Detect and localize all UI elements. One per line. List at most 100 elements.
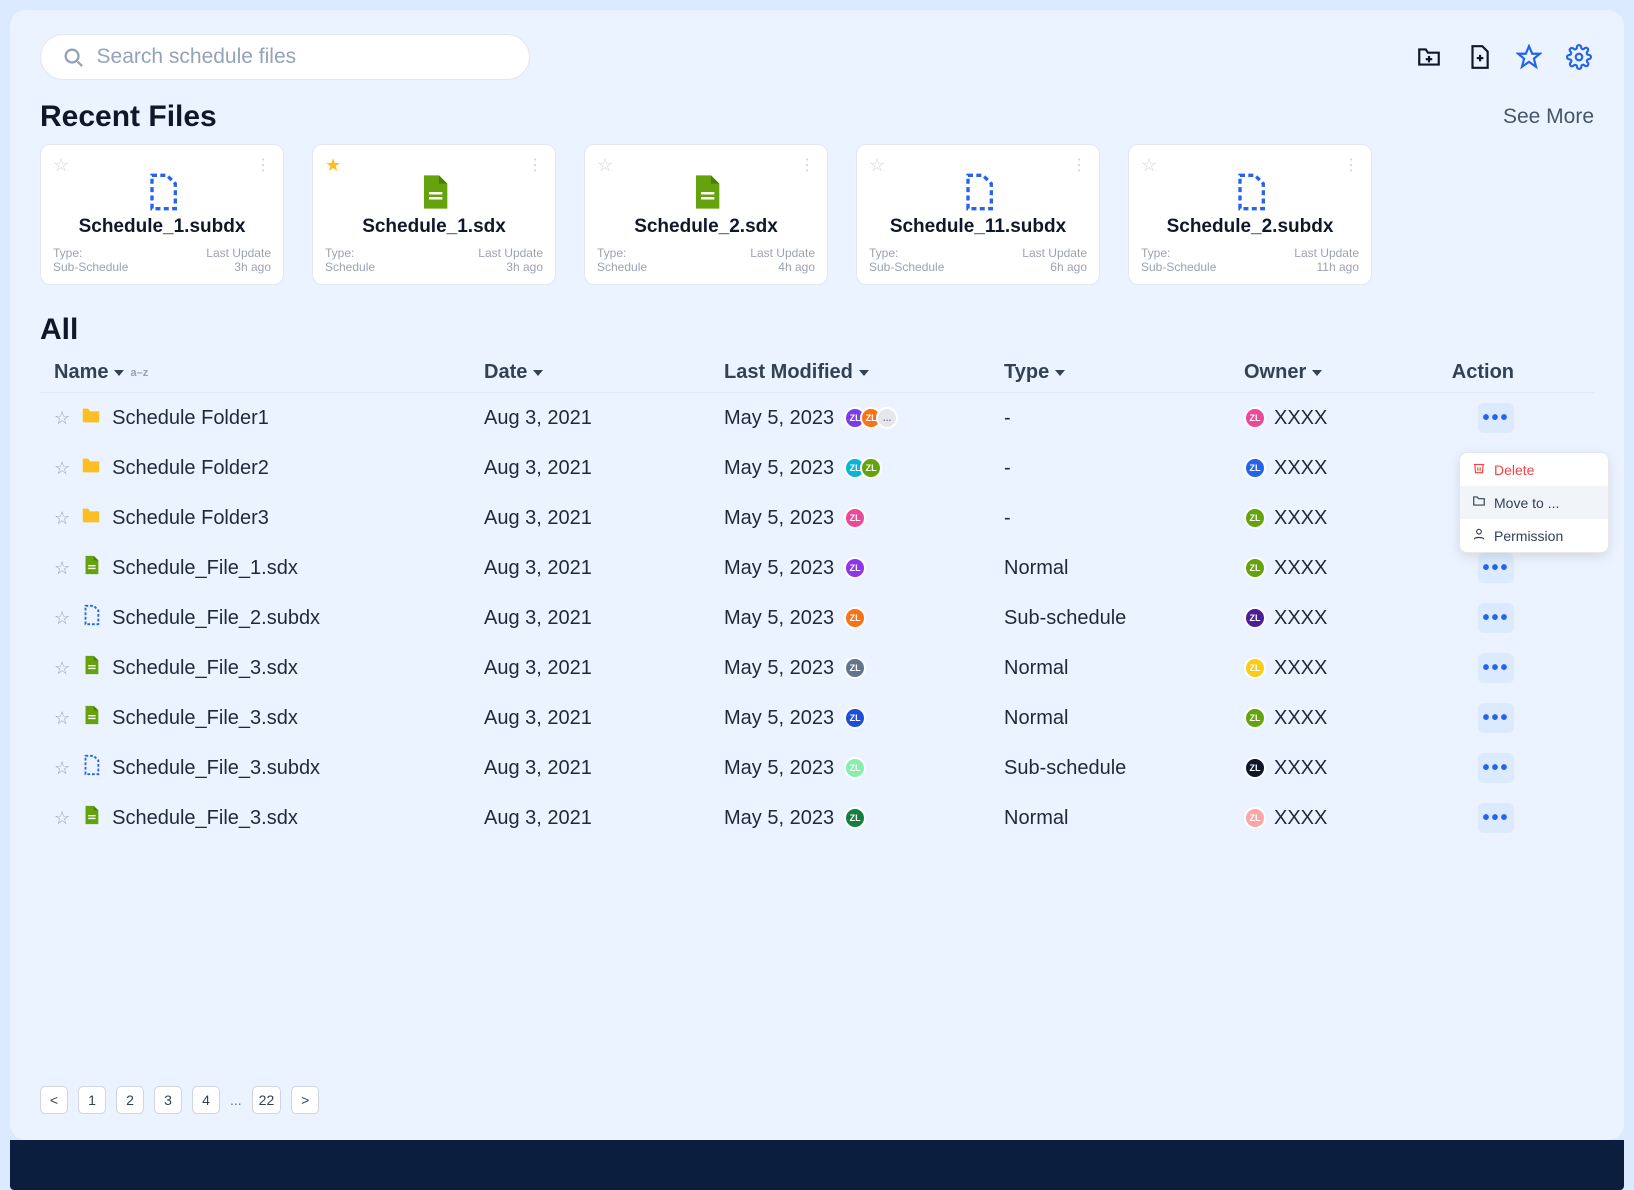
col-owner-label: Owner bbox=[1244, 361, 1306, 384]
app-window: Recent Files See More ☆⋮Schedule_1.subdx… bbox=[10, 10, 1624, 1140]
table-row[interactable]: ☆Schedule Folder3Aug 3, 2021May 5, 2023Z… bbox=[40, 493, 1594, 543]
file-name: Schedule_File_3.subdx bbox=[112, 757, 320, 780]
folder-icon bbox=[80, 504, 102, 532]
table-row[interactable]: ☆Schedule_File_3.sdxAug 3, 2021May 5, 20… bbox=[40, 793, 1594, 843]
owner-avatar: ZL bbox=[1244, 757, 1266, 779]
sort-hint: a–z bbox=[130, 367, 148, 379]
col-date[interactable]: Date bbox=[484, 361, 724, 384]
table-row[interactable]: ☆Schedule_File_3.sdxAug 3, 2021May 5, 20… bbox=[40, 643, 1594, 693]
favorites-icon[interactable] bbox=[1514, 42, 1544, 72]
star-icon[interactable]: ☆ bbox=[1141, 155, 1157, 176]
page-last[interactable]: 22 bbox=[252, 1086, 282, 1114]
new-folder-icon[interactable] bbox=[1414, 42, 1444, 72]
star-icon[interactable]: ☆ bbox=[54, 408, 70, 429]
owner-name: XXXX bbox=[1274, 507, 1327, 530]
table-row[interactable]: ☆Schedule_File_2.subdxAug 3, 2021May 5, … bbox=[40, 593, 1594, 643]
row-actions-button[interactable]: ••• bbox=[1478, 703, 1514, 733]
file-type: Normal bbox=[1004, 807, 1244, 830]
file-date: Aug 3, 2021 bbox=[484, 457, 724, 480]
see-more-link[interactable]: See More bbox=[1503, 105, 1594, 129]
star-icon[interactable]: ☆ bbox=[54, 458, 70, 479]
star-icon[interactable]: ☆ bbox=[53, 155, 69, 176]
context-menu: Delete Move to ... Permission bbox=[1459, 452, 1609, 553]
owner-avatar: ZL bbox=[1244, 407, 1266, 429]
star-icon[interactable]: ☆ bbox=[54, 758, 70, 779]
menu-permission[interactable]: Permission bbox=[1460, 519, 1608, 552]
star-icon[interactable]: ☆ bbox=[54, 808, 70, 829]
file-type: - bbox=[1004, 407, 1244, 430]
recent-header: Recent Files See More bbox=[40, 100, 1594, 134]
recent-card[interactable]: ☆⋮Schedule_2.subdxType:Sub-ScheduleLast … bbox=[1128, 144, 1372, 285]
row-actions-button[interactable]: ••• bbox=[1478, 803, 1514, 833]
star-icon[interactable]: ★ bbox=[325, 155, 341, 176]
kebab-icon[interactable]: ⋮ bbox=[527, 155, 543, 175]
page-2[interactable]: 2 bbox=[116, 1086, 144, 1114]
file-subdx-icon bbox=[80, 604, 102, 632]
col-owner[interactable]: Owner bbox=[1244, 361, 1444, 384]
page-next[interactable]: > bbox=[291, 1086, 319, 1114]
kebab-icon[interactable]: ⋮ bbox=[1071, 155, 1087, 175]
col-modified[interactable]: Last Modified bbox=[724, 361, 1004, 384]
avatar: ZL bbox=[844, 607, 866, 629]
file-date: Aug 3, 2021 bbox=[484, 807, 724, 830]
kebab-icon[interactable]: ⋮ bbox=[1343, 155, 1359, 175]
kebab-icon[interactable]: ⋮ bbox=[799, 155, 815, 175]
page-4[interactable]: 4 bbox=[192, 1086, 220, 1114]
recent-card[interactable]: ☆⋮Schedule_2.sdxType:ScheduleLast Update… bbox=[584, 144, 828, 285]
page-3[interactable]: 3 bbox=[154, 1086, 182, 1114]
owner-avatar: ZL bbox=[1244, 657, 1266, 679]
row-actions-button[interactable]: ••• bbox=[1478, 653, 1514, 683]
table-row[interactable]: ☆Schedule Folder2Aug 3, 2021May 5, 2023Z… bbox=[40, 443, 1594, 493]
file-modified: May 5, 2023 bbox=[724, 507, 834, 530]
new-file-icon[interactable] bbox=[1464, 42, 1494, 72]
menu-move[interactable]: Move to ... bbox=[1460, 486, 1608, 519]
search-input[interactable] bbox=[97, 45, 511, 69]
table-row[interactable]: ☆Schedule Folder1Aug 3, 2021May 5, 2023Z… bbox=[40, 393, 1594, 443]
star-icon[interactable]: ☆ bbox=[54, 558, 70, 579]
file-name: Schedule_File_3.sdx bbox=[112, 657, 298, 680]
table-row[interactable]: ☆Schedule_File_3.sdxAug 3, 2021May 5, 20… bbox=[40, 693, 1594, 743]
owner-avatar: ZL bbox=[1244, 807, 1266, 829]
recent-card[interactable]: ☆⋮Schedule_11.subdxType:Sub-ScheduleLast… bbox=[856, 144, 1100, 285]
star-icon[interactable]: ☆ bbox=[54, 708, 70, 729]
col-name[interactable]: Name a–z bbox=[54, 361, 484, 384]
file-sdx-icon bbox=[80, 804, 102, 832]
avatar: ZL bbox=[844, 757, 866, 779]
col-type[interactable]: Type bbox=[1004, 361, 1244, 384]
file-type-icon bbox=[325, 172, 543, 212]
table-row[interactable]: ☆Schedule_File_1.sdxAug 3, 2021May 5, 20… bbox=[40, 543, 1594, 593]
settings-icon[interactable] bbox=[1564, 42, 1594, 72]
modifier-avatars: ZL bbox=[844, 557, 866, 579]
recent-card[interactable]: ★⋮Schedule_1.sdxType:ScheduleLast Update… bbox=[312, 144, 556, 285]
card-filename: Schedule_1.sdx bbox=[325, 216, 543, 238]
menu-permission-label: Permission bbox=[1494, 528, 1563, 544]
row-actions-button[interactable]: ••• bbox=[1478, 753, 1514, 783]
star-icon[interactable]: ☆ bbox=[597, 155, 613, 176]
col-modified-label: Last Modified bbox=[724, 361, 853, 384]
file-date: Aug 3, 2021 bbox=[484, 407, 724, 430]
search-box[interactable] bbox=[40, 34, 530, 80]
star-icon[interactable]: ☆ bbox=[54, 658, 70, 679]
page-1[interactable]: 1 bbox=[78, 1086, 106, 1114]
file-date: Aug 3, 2021 bbox=[484, 657, 724, 680]
file-subdx-icon bbox=[80, 754, 102, 782]
recent-title: Recent Files bbox=[40, 100, 217, 134]
modifier-avatars: ZLZL… bbox=[844, 407, 898, 429]
file-type-icon bbox=[597, 172, 815, 212]
page-prev[interactable]: < bbox=[40, 1086, 68, 1114]
page-ellipsis: ... bbox=[230, 1092, 242, 1108]
file-type: - bbox=[1004, 457, 1244, 480]
row-actions-button[interactable]: ••• bbox=[1478, 553, 1514, 583]
card-footer: Type:ScheduleLast Update4h ago bbox=[597, 246, 815, 274]
row-actions-button[interactable]: ••• bbox=[1478, 603, 1514, 633]
star-icon[interactable]: ☆ bbox=[869, 155, 885, 176]
owner-name: XXXX bbox=[1274, 657, 1327, 680]
row-actions-button[interactable]: ••• bbox=[1478, 403, 1514, 433]
star-icon[interactable]: ☆ bbox=[54, 508, 70, 529]
kebab-icon[interactable]: ⋮ bbox=[255, 155, 271, 175]
star-icon[interactable]: ☆ bbox=[54, 608, 70, 629]
menu-delete[interactable]: Delete bbox=[1460, 453, 1608, 486]
recent-card[interactable]: ☆⋮Schedule_1.subdxType:Sub-ScheduleLast … bbox=[40, 144, 284, 285]
table-row[interactable]: ☆Schedule_File_3.subdxAug 3, 2021May 5, … bbox=[40, 743, 1594, 793]
avatar: ZL bbox=[844, 807, 866, 829]
